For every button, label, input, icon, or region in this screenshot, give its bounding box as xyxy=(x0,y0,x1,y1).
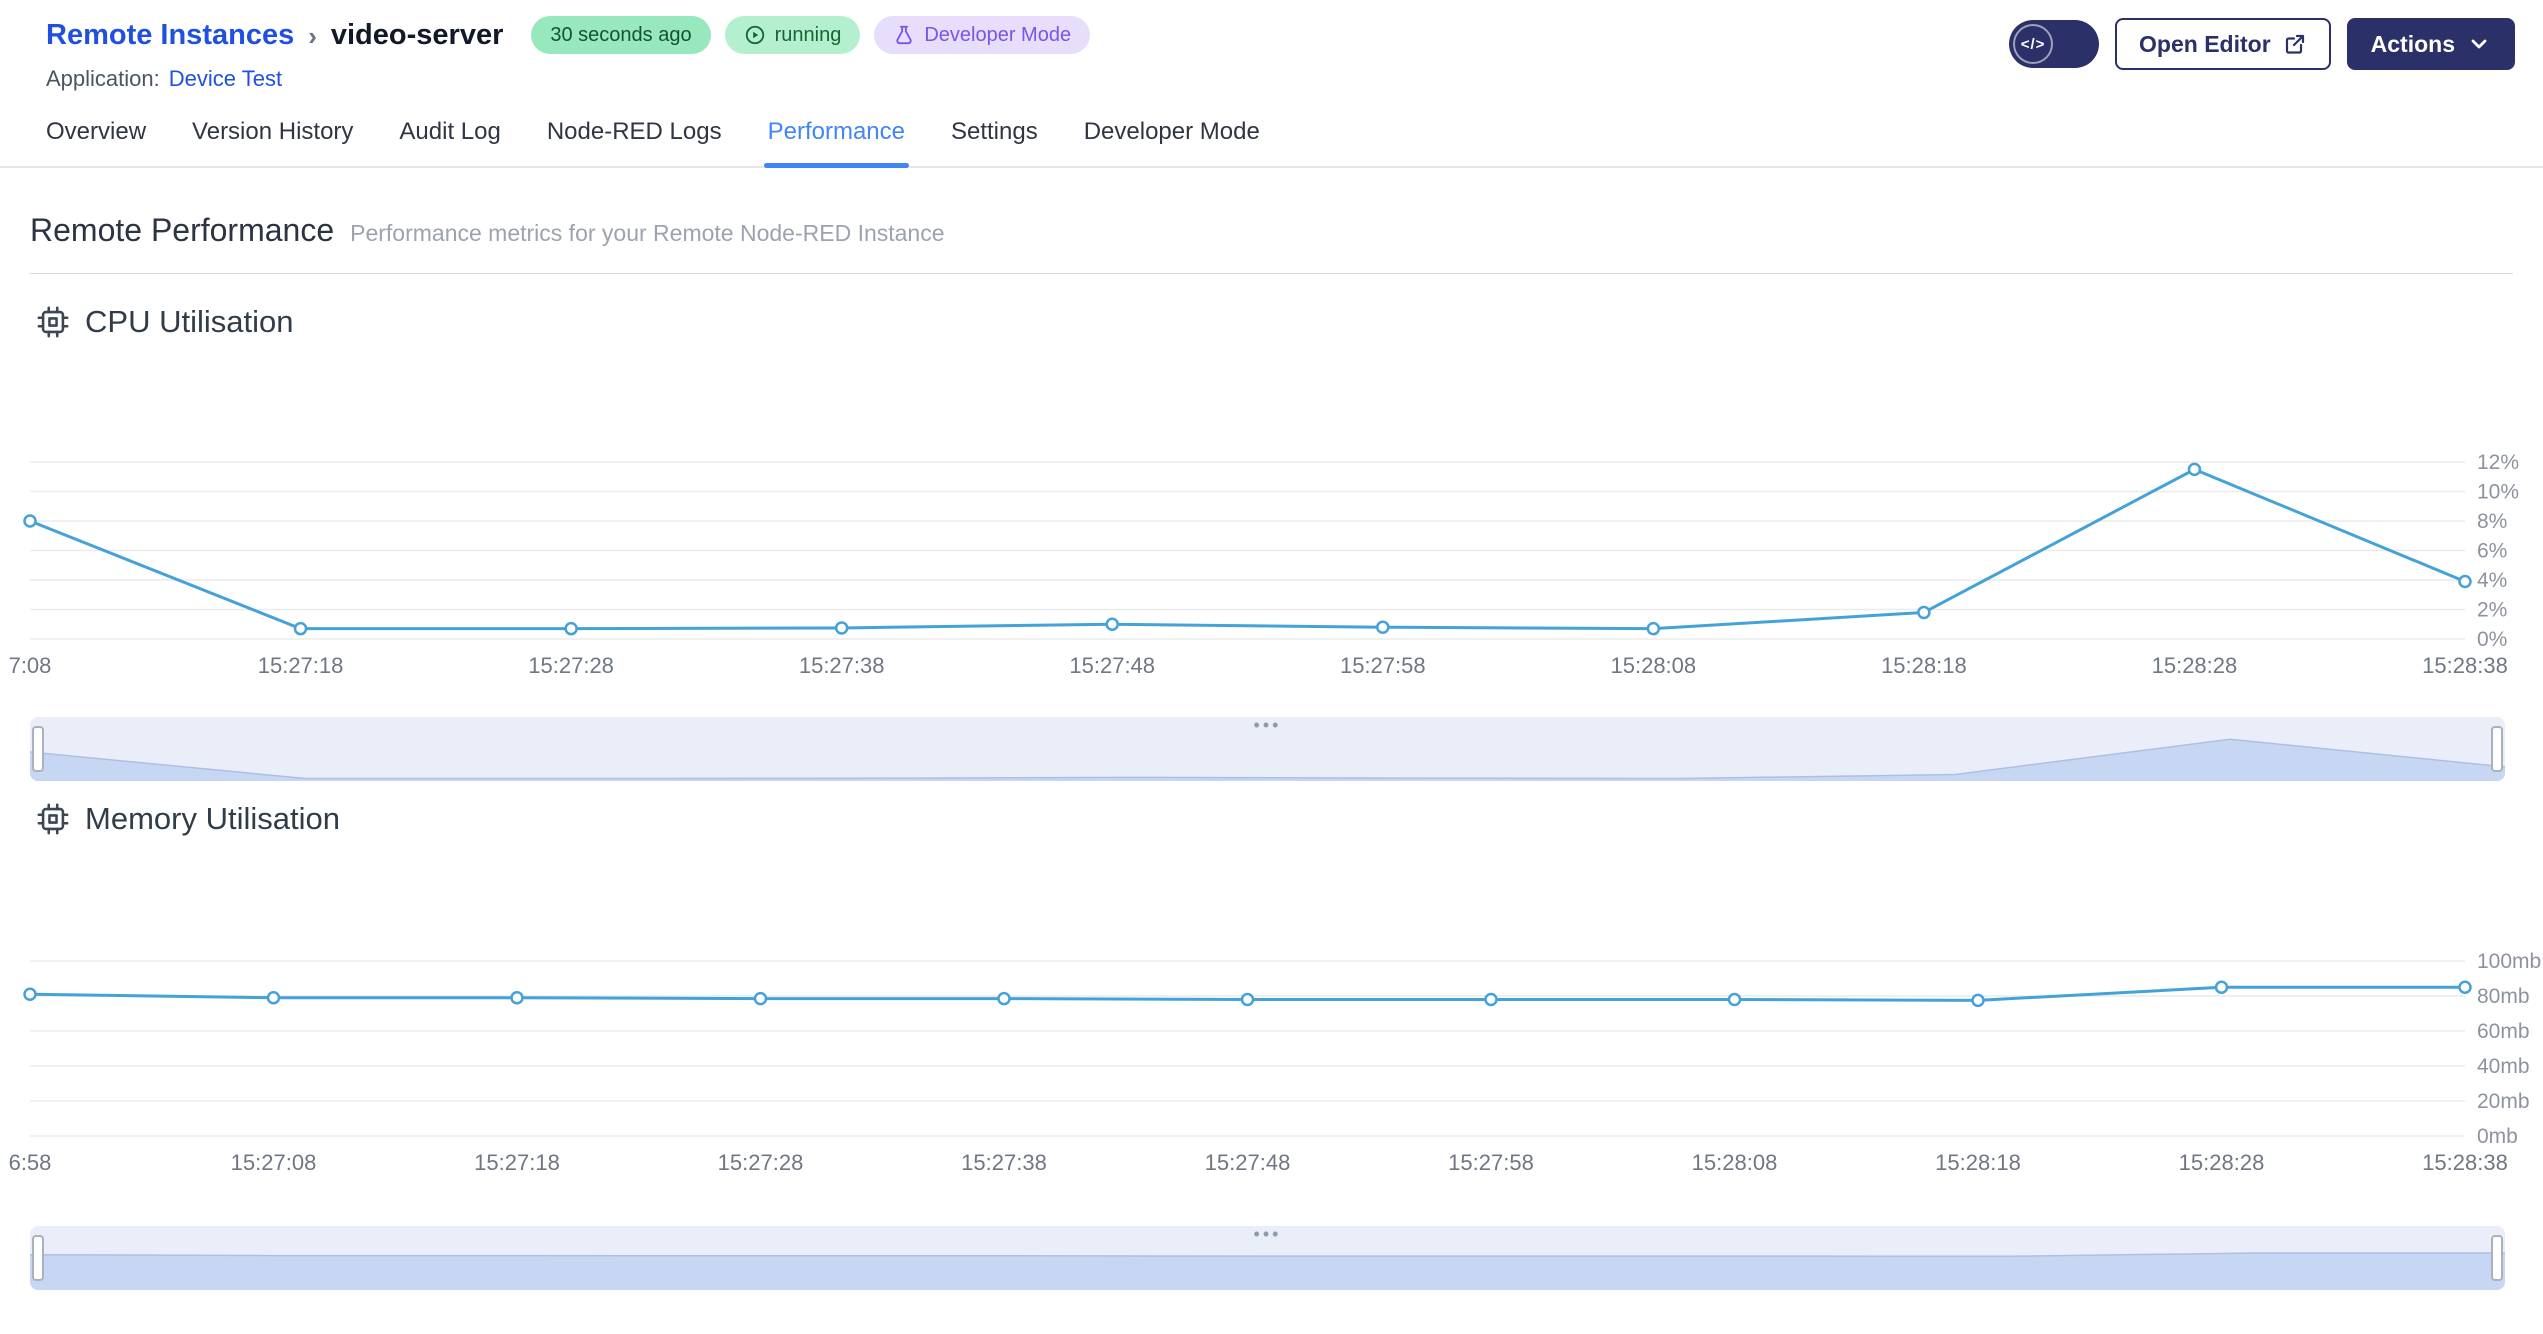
main-content: Remote Performance Performance metrics f… xyxy=(0,212,2543,1290)
cpu-brush-grip[interactable]: ••• xyxy=(1254,716,1282,734)
svg-text:15:28:28: 15:28:28 xyxy=(2179,1150,2265,1175)
svg-text:15:28:18: 15:28:18 xyxy=(1935,1150,2021,1175)
developer-mode-badge-label: Developer Mode xyxy=(924,23,1072,46)
svg-text:15:28:38: 15:28:38 xyxy=(2422,653,2508,678)
breadcrumb-separator-icon: › xyxy=(308,20,317,51)
running-icon xyxy=(745,25,764,45)
svg-text:15:27:58: 15:27:58 xyxy=(1448,1150,1534,1175)
tab-audit-log[interactable]: Audit Log xyxy=(399,118,500,166)
header: Remote Instances › video-server 30 secon… xyxy=(0,0,2543,92)
page-head: Remote Performance Performance metrics f… xyxy=(30,212,2513,274)
svg-text:15:27:28: 15:27:28 xyxy=(528,653,614,678)
tab-overview[interactable]: Overview xyxy=(46,118,146,166)
svg-text:60mb: 60mb xyxy=(2477,1020,2530,1043)
svg-text:7:08: 7:08 xyxy=(9,653,52,678)
svg-text:20mb: 20mb xyxy=(2477,1090,2530,1113)
memory-chart[interactable]: 0mb 20mb 40mb 60mb 80mb 100mb 6:58 15:27:08 15:2… xyxy=(0,837,2543,1182)
breadcrumb-current-instance: video-server xyxy=(330,18,504,51)
chevron-down-icon xyxy=(2471,39,2487,49)
cpu-section: CPU Utilisation 0% 2% 4% 6% 8% 10% 12% 7:08 15:2… xyxy=(0,304,2543,781)
svg-text:0mb: 0mb xyxy=(2477,1125,2518,1148)
breadcrumb: Remote Instances › video-server 30 secon… xyxy=(46,16,1091,54)
svg-text:15:28:08: 15:28:08 xyxy=(1611,653,1697,678)
actions-label: Actions xyxy=(2370,30,2455,57)
svg-text:15:28:28: 15:28:28 xyxy=(2152,653,2238,678)
svg-text:15:28:38: 15:28:38 xyxy=(2422,1150,2508,1175)
tab-version-history[interactable]: Version History xyxy=(192,118,353,166)
svg-text:8%: 8% xyxy=(2477,510,2507,533)
page-title: Remote Performance xyxy=(30,212,335,248)
svg-text:15:27:38: 15:27:38 xyxy=(961,1150,1047,1175)
actions-button[interactable]: Actions xyxy=(2346,18,2515,70)
cpu-chart[interactable]: 0% 2% 4% 6% 8% 10% 12% 7:08 15:27:18 15:27:28 15:2… xyxy=(0,340,2543,680)
svg-text:0%: 0% xyxy=(2477,628,2507,651)
svg-text:40mb: 40mb xyxy=(2477,1055,2530,1078)
header-left: Remote Instances › video-server 30 secon… xyxy=(46,16,1091,92)
last-seen-badge: 30 seconds ago xyxy=(531,16,711,54)
svg-text:15:27:08: 15:27:08 xyxy=(231,1150,317,1175)
tab-settings[interactable]: Settings xyxy=(951,118,1038,166)
svg-text:15:27:28: 15:27:28 xyxy=(718,1150,804,1175)
beaker-icon xyxy=(896,25,912,45)
developer-mode-toggle[interactable]: </> xyxy=(2009,20,2100,68)
svg-text:4%: 4% xyxy=(2477,569,2507,592)
memory-brush-right-handle[interactable] xyxy=(2491,1235,2503,1281)
memory-brush-left-handle[interactable] xyxy=(32,1235,44,1281)
memory-brush-grip[interactable]: ••• xyxy=(1254,1225,1282,1243)
memory-section: Memory Utilisation 0mb 20mb 40mb 60mb 80mb 10… xyxy=(0,801,2543,1290)
last-seen-badge-label: 30 seconds ago xyxy=(550,23,692,46)
memory-section-header: Memory Utilisation xyxy=(36,801,2513,837)
open-editor-button[interactable]: Open Editor xyxy=(2115,18,2331,70)
svg-text:15:27:48: 15:27:48 xyxy=(1205,1150,1291,1175)
tab-performance[interactable]: Performance xyxy=(763,118,910,168)
cpu-section-header: CPU Utilisation xyxy=(36,304,2513,340)
svg-text:15:27:18: 15:27:18 xyxy=(474,1150,560,1175)
svg-text:15:27:18: 15:27:18 xyxy=(258,653,344,678)
breadcrumb-remote-instances[interactable]: Remote Instances xyxy=(46,19,294,52)
header-actions: </> Open Editor Actions xyxy=(2009,16,2515,70)
page-subtitle: Performance metrics for your Remote Node… xyxy=(350,220,945,246)
svg-text:2%: 2% xyxy=(2477,599,2507,622)
developer-mode-badge[interactable]: Developer Mode xyxy=(874,16,1091,54)
external-link-icon xyxy=(2285,34,2304,54)
status-badge-label: running xyxy=(774,23,842,46)
svg-text:10%: 10% xyxy=(2477,481,2519,504)
memory-brush-track[interactable]: ••• xyxy=(30,1225,2505,1290)
memory-chip-icon xyxy=(37,803,69,835)
cpu-brush-track[interactable]: ••• xyxy=(30,716,2505,781)
svg-text:15:27:58: 15:27:58 xyxy=(1340,653,1426,678)
svg-text:100mb: 100mb xyxy=(2477,950,2541,973)
svg-text:15:28:08: 15:28:08 xyxy=(1692,1150,1778,1175)
cpu-brush-right-handle[interactable] xyxy=(2491,726,2503,772)
code-icon: </> xyxy=(2013,24,2054,64)
application-label: Application: xyxy=(46,66,160,91)
status-badge: running xyxy=(724,16,861,54)
tab-node-red-logs[interactable]: Node-RED Logs xyxy=(547,118,722,166)
cpu-section-title: CPU Utilisation xyxy=(85,304,294,339)
cpu-brush-left-handle[interactable] xyxy=(32,726,44,772)
svg-text:15:28:18: 15:28:18 xyxy=(1881,653,1967,678)
svg-text:15:27:48: 15:27:48 xyxy=(1069,653,1155,678)
svg-text:15:27:38: 15:27:38 xyxy=(799,653,885,678)
tab-bar: Overview Version History Audit Log Node-… xyxy=(0,100,2543,168)
tab-developer-mode[interactable]: Developer Mode xyxy=(1084,118,1260,166)
application-link[interactable]: Device Test xyxy=(169,66,282,92)
svg-text:6:58: 6:58 xyxy=(9,1150,52,1175)
open-editor-label: Open Editor xyxy=(2139,30,2271,57)
svg-text:80mb: 80mb xyxy=(2477,985,2530,1008)
svg-text:12%: 12% xyxy=(2477,451,2519,474)
cpu-chip-icon xyxy=(37,306,69,338)
memory-section-title: Memory Utilisation xyxy=(85,801,340,836)
application-row: Application: Device Test xyxy=(46,66,1090,92)
svg-text:6%: 6% xyxy=(2477,540,2507,563)
